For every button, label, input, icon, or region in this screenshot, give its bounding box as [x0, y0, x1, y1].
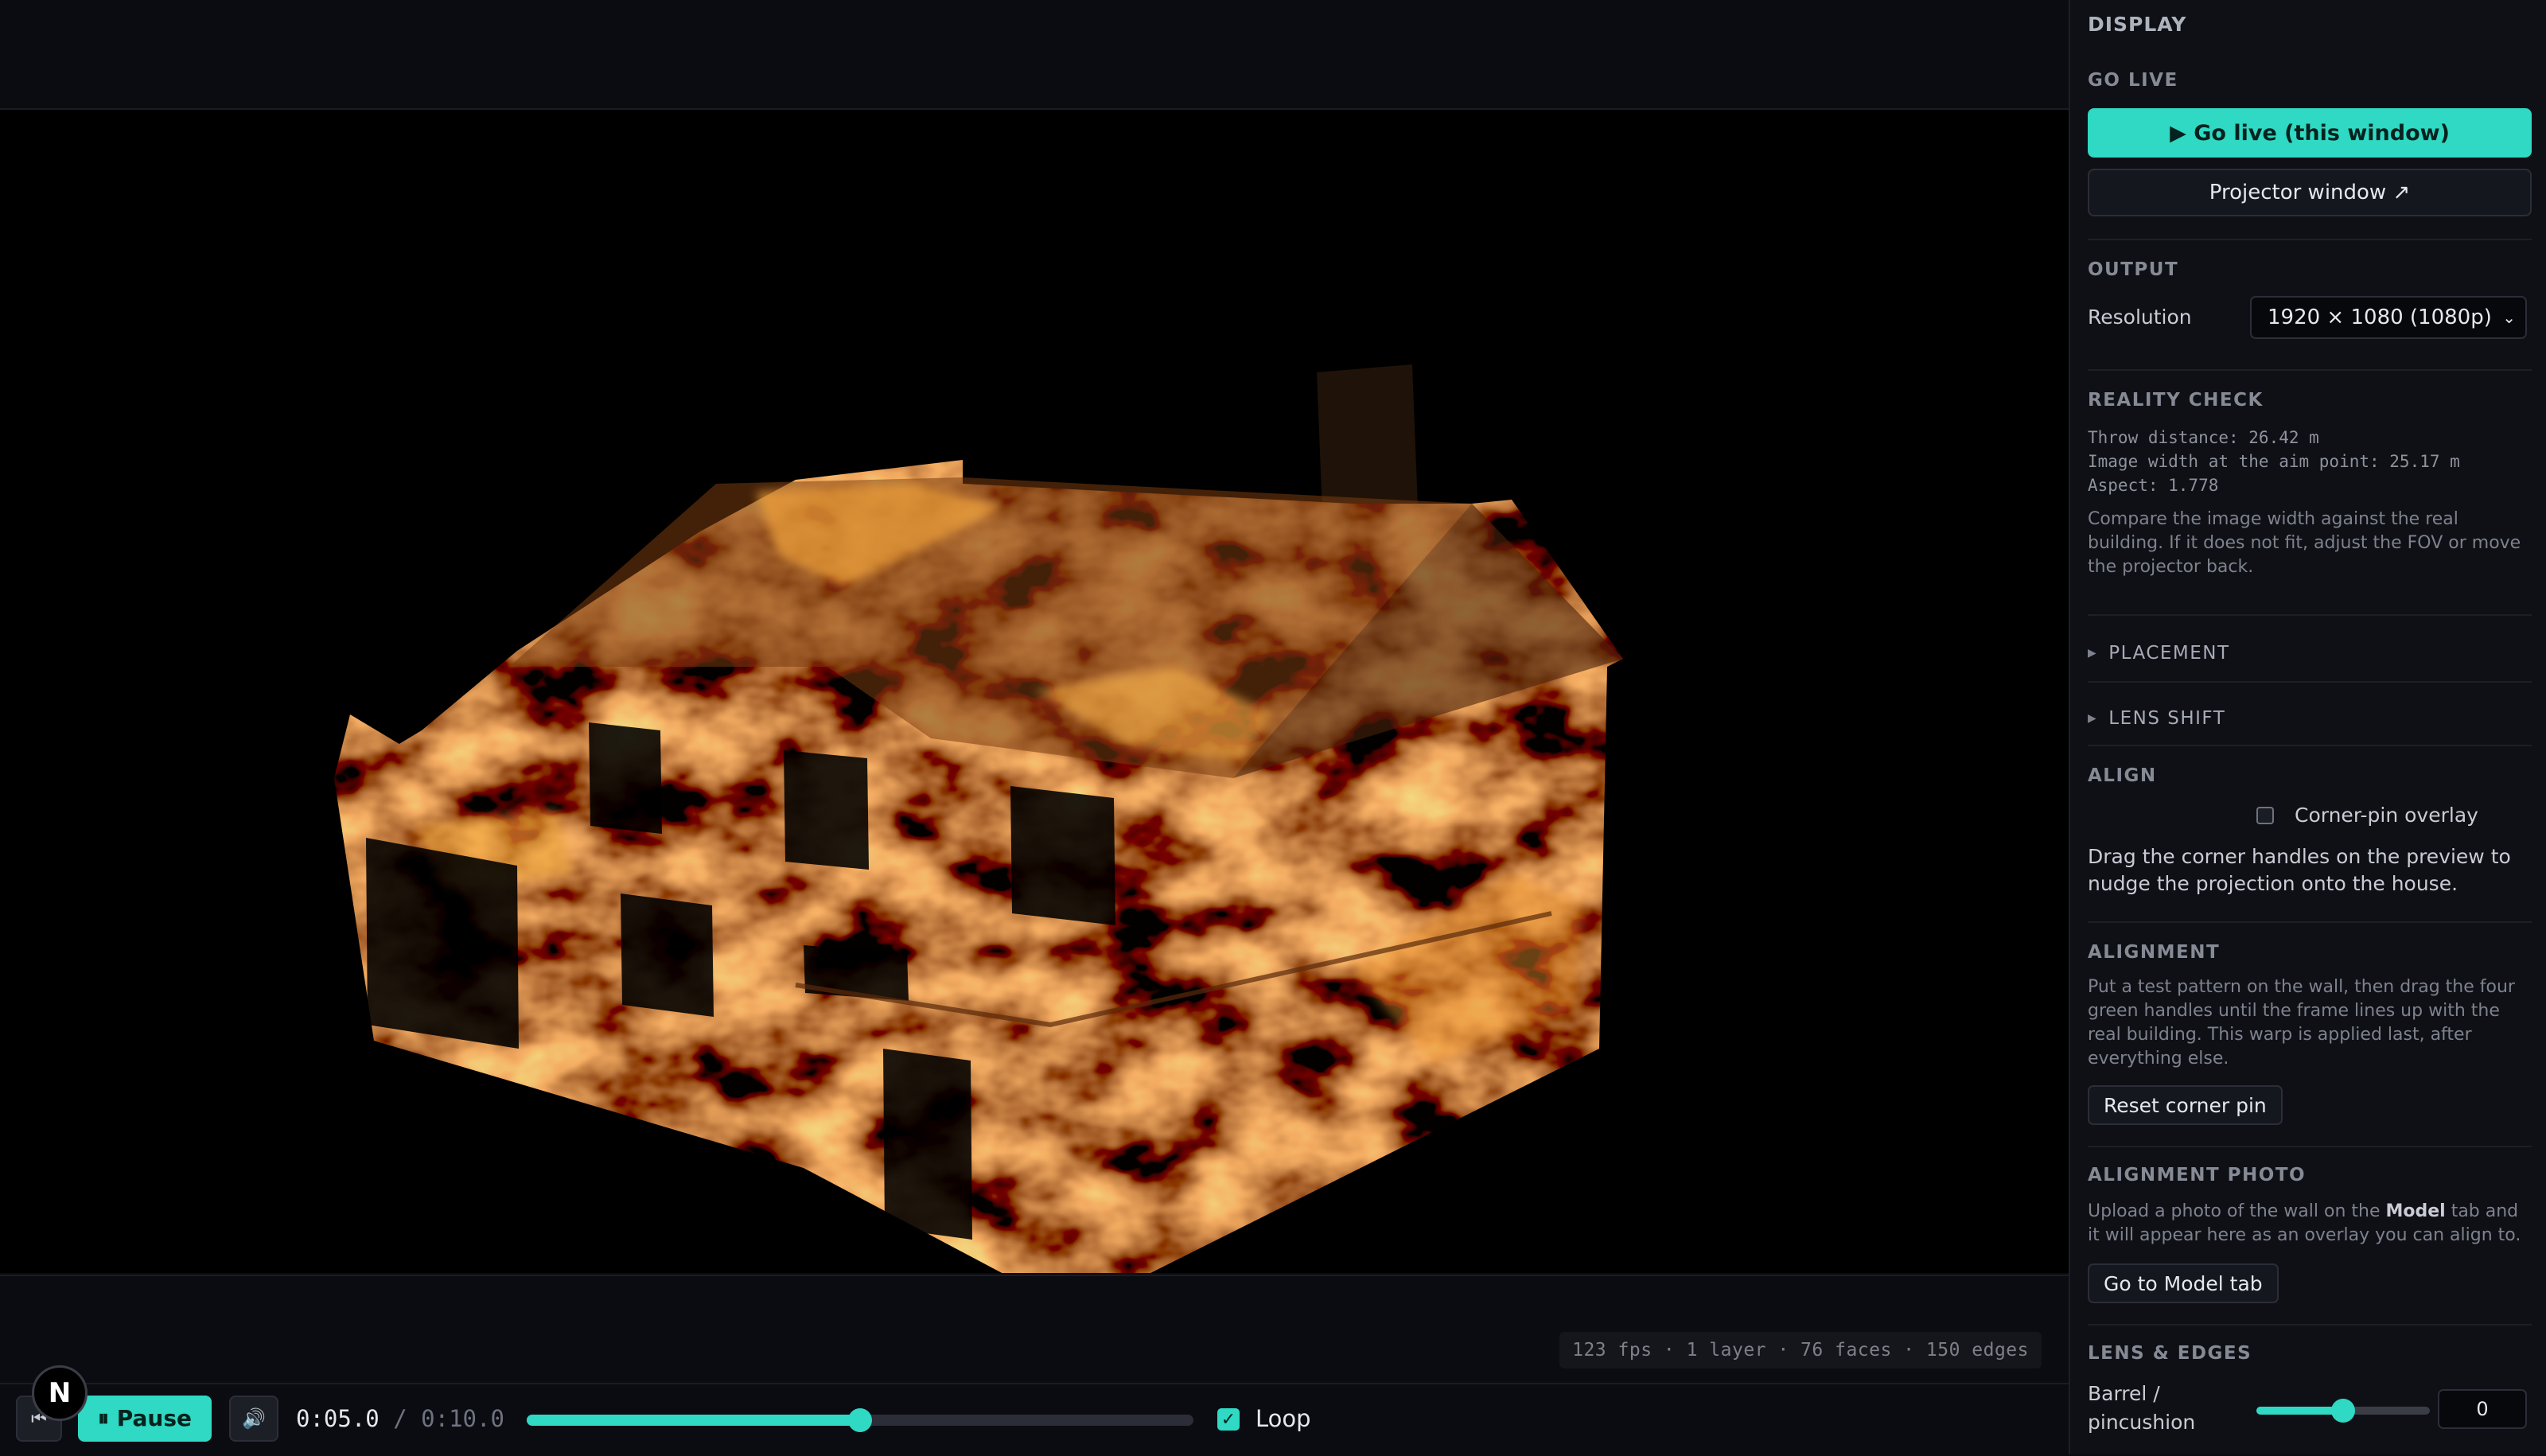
speaker-icon: 🔊 [242, 1407, 266, 1430]
barrel-slider[interactable] [2256, 1399, 2430, 1423]
pause-label: ⏸ Pause [97, 1405, 192, 1431]
projector-window-button[interactable]: Projector window ↗ [2088, 169, 2532, 216]
lens-shift-toggle[interactable]: ▶ LENS SHIFT [2088, 708, 2225, 729]
chimney [1317, 364, 1418, 512]
section-output: OUTPUT [2088, 259, 2179, 280]
alignment-help: Put a test pattern on the wall, then dra… [2088, 977, 2515, 1069]
section-lens-edges: LENS & EDGES [2088, 1343, 2252, 1364]
corner-pin-overlay-label: Corner-pin overlay [2295, 804, 2478, 827]
timeline-handle[interactable] [848, 1408, 872, 1432]
display-panel: DISPLAY GO LIVE ▶ Go live (this window) … [2069, 0, 2546, 1454]
section-align: ALIGN [2088, 765, 2157, 786]
time-duration: 0:10.0 [421, 1405, 504, 1432]
resolution-value: 1920 × 1080 (1080p) [2268, 306, 2492, 329]
reality-check-help: Compare the image width against the real… [2088, 509, 2521, 577]
timeline-scrubber[interactable] [527, 1408, 1193, 1432]
house-projection-render[interactable] [0, 110, 2069, 1273]
panel-title: DISPLAY [2088, 13, 2187, 36]
corner-pin-overlay-checkbox[interactable] [2256, 807, 2274, 824]
chevron-down-icon: ⌄ [2502, 308, 2516, 327]
go-live-button[interactable]: ▶ Go live (this window) [2088, 108, 2532, 158]
stats-bar: 123 fps · 1 layer · 76 faces · 150 edges [0, 1275, 2069, 1384]
divider [2088, 921, 2532, 923]
reset-corner-pin-button[interactable]: Reset corner pin [2088, 1085, 2283, 1125]
pause-button[interactable]: ⏸ Pause [78, 1396, 212, 1442]
transport-bar: ⏮ ⏸ Pause 🔊 0:05.0 / 0:10.0 ✓ Loop [0, 1383, 2069, 1456]
time-separator: / [393, 1405, 407, 1432]
section-alignment: ALIGNMENT [2088, 942, 2221, 963]
barrel-value-input[interactable]: 0 [2438, 1389, 2527, 1429]
resolution-label: Resolution [2088, 306, 2192, 329]
render-stats: 123 fps · 1 layer · 76 faces · 150 edges [1559, 1332, 2042, 1368]
loop-label: Loop [1255, 1405, 1311, 1432]
loop-checkbox[interactable]: ✓ [1217, 1408, 1240, 1431]
aspect-ratio: Aspect: 1.778 [2088, 476, 2219, 495]
divider [2088, 369, 2532, 371]
go-to-model-tab-button[interactable]: Go to Model tab [2088, 1263, 2279, 1303]
section-alignment-photo: ALIGNMENT PHOTO [2088, 1165, 2307, 1185]
divider [2088, 745, 2532, 746]
alignment-photo-help: Upload a photo of the wall on the Model … [2088, 1201, 2521, 1245]
caret-right-icon: ▶ [2088, 647, 2098, 660]
caret-right-icon: ▶ [2088, 712, 2098, 725]
section-go-live: GO LIVE [2088, 70, 2178, 91]
barrel-slider-handle[interactable] [2331, 1399, 2355, 1423]
time-current: 0:05.0 [296, 1405, 380, 1432]
divider [2088, 614, 2532, 616]
volume-button[interactable]: 🔊 [229, 1396, 278, 1442]
placement-label: PLACEMENT [2108, 643, 2230, 664]
divider [2088, 1324, 2532, 1326]
image-width: Image width at the aim point: 25.17 m [2088, 452, 2460, 471]
lens-shift-label: LENS SHIFT [2108, 708, 2226, 729]
time-readout: 0:05.0 / 0:10.0 [296, 1405, 504, 1432]
resolution-select[interactable]: 1920 × 1080 (1080p) ⌄ [2250, 296, 2527, 339]
logo-letter: N [48, 1377, 72, 1409]
section-reality-check: REALITY CHECK [2088, 390, 2264, 411]
placement-toggle[interactable]: ▶ PLACEMENT [2088, 643, 2230, 664]
viewport[interactable] [0, 110, 2069, 1273]
divider [2088, 681, 2532, 683]
barrel-label: Barrel / pincushion [2088, 1382, 2196, 1434]
app-logo[interactable]: N [32, 1365, 88, 1421]
timeline-progress [527, 1415, 860, 1426]
barrel-slider-fill [2256, 1407, 2343, 1415]
top-bar [0, 0, 2069, 110]
throw-distance: Throw distance: 26.42 m [2088, 428, 2319, 447]
align-help: Drag the corner handles on the preview t… [2088, 845, 2511, 895]
divider [2088, 239, 2532, 240]
divider [2088, 1146, 2532, 1147]
